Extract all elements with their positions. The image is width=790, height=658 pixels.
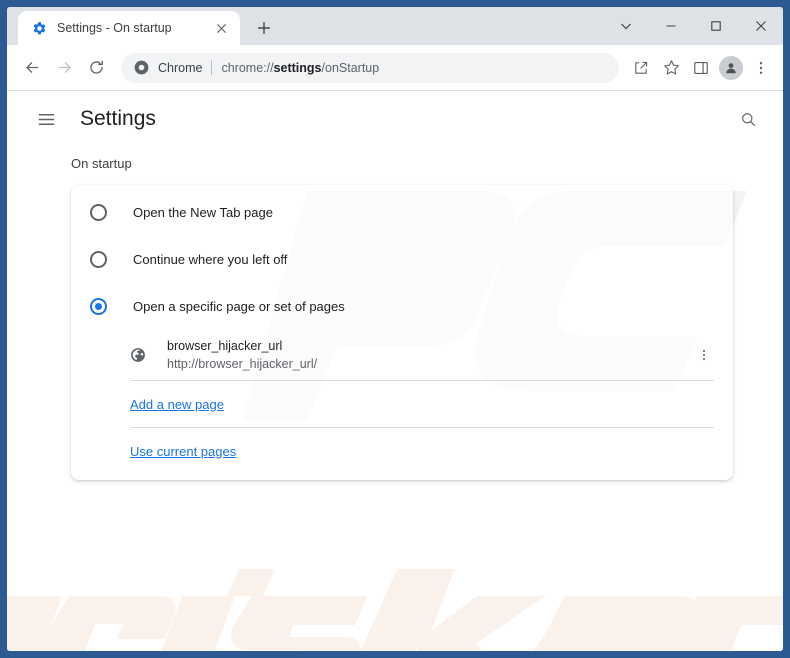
star-icon[interactable] bbox=[657, 54, 685, 82]
section-label: On startup bbox=[71, 156, 132, 171]
startup-page-texts: browser_hijacker_url http://browser_hija… bbox=[167, 337, 691, 373]
close-icon[interactable] bbox=[211, 18, 231, 38]
search-icon[interactable] bbox=[733, 104, 763, 134]
omnibox-url-prefix: chrome:// bbox=[221, 60, 274, 75]
settings-header: Settings bbox=[7, 91, 783, 147]
avatar[interactable] bbox=[719, 55, 743, 80]
radio-icon[interactable] bbox=[90, 204, 107, 221]
use-current-pages-row[interactable]: Use current pages bbox=[71, 428, 733, 474]
startup-option-label: Open the New Tab page bbox=[133, 205, 273, 220]
startup-option-new-tab[interactable]: Open the New Tab page bbox=[71, 189, 733, 236]
omnibox-url-suffix: /onStartup bbox=[321, 60, 380, 75]
on-startup-card: Open the New Tab page Continue where you… bbox=[71, 185, 733, 480]
browser-toolbar: Chrome chrome://settings/onStartup bbox=[7, 45, 783, 90]
side-panel-icon[interactable] bbox=[687, 54, 715, 82]
three-dots-icon[interactable] bbox=[691, 342, 717, 368]
chrome-logo-icon bbox=[133, 60, 149, 76]
startup-page-url: http://browser_hijacker_url/ bbox=[167, 357, 318, 371]
radio-icon-selected[interactable] bbox=[90, 298, 107, 315]
close-window-button[interactable] bbox=[738, 7, 783, 45]
startup-page-row: browser_hijacker_url http://browser_hija… bbox=[71, 330, 733, 380]
share-icon[interactable] bbox=[627, 54, 655, 82]
forward-button[interactable] bbox=[49, 53, 79, 83]
startup-option-specific-pages[interactable]: Open a specific page or set of pages bbox=[71, 283, 733, 330]
radio-icon[interactable] bbox=[90, 251, 107, 268]
minimize-button[interactable] bbox=[648, 7, 693, 45]
reload-button[interactable] bbox=[81, 53, 111, 83]
gear-icon bbox=[31, 20, 47, 36]
omnibox-scheme-label: Chrome bbox=[158, 60, 203, 75]
tab-search-dropdown-button[interactable] bbox=[603, 7, 648, 45]
tab-strip: Settings - On startup bbox=[7, 7, 783, 45]
omnibox-url: chrome://settings/onStartup bbox=[221, 61, 379, 75]
tab-title: Settings - On startup bbox=[57, 21, 172, 35]
browser-tab[interactable]: Settings - On startup bbox=[18, 11, 240, 45]
settings-page: Settings On startup Open the New Tab pag… bbox=[7, 91, 783, 651]
hamburger-icon[interactable] bbox=[31, 104, 61, 134]
address-bar[interactable]: Chrome chrome://settings/onStartup bbox=[121, 52, 619, 83]
back-button[interactable] bbox=[17, 53, 47, 83]
add-a-new-page-row[interactable]: Add a new page bbox=[71, 381, 733, 427]
browser-window-inner: Settings - On startup Chrome chrome://se… bbox=[7, 7, 783, 651]
globe-icon bbox=[130, 347, 146, 363]
startup-option-label: Continue where you left off bbox=[133, 252, 288, 267]
use-current-pages-link[interactable]: Use current pages bbox=[130, 444, 236, 459]
three-dots-icon[interactable] bbox=[747, 54, 775, 82]
maximize-button[interactable] bbox=[693, 7, 738, 45]
startup-option-label: Open a specific page or set of pages bbox=[133, 299, 345, 314]
page-title: Settings bbox=[80, 107, 156, 130]
omnibox-url-bold: settings bbox=[273, 60, 322, 75]
browser-window: Settings - On startup Chrome chrome://se… bbox=[0, 0, 790, 658]
startup-page-name: browser_hijacker_url bbox=[167, 339, 283, 353]
startup-option-continue[interactable]: Continue where you left off bbox=[71, 236, 733, 283]
add-a-new-page-link[interactable]: Add a new page bbox=[130, 397, 224, 412]
new-tab-button[interactable] bbox=[250, 14, 278, 42]
window-controls bbox=[603, 7, 783, 45]
omnibox-separator bbox=[211, 60, 213, 75]
